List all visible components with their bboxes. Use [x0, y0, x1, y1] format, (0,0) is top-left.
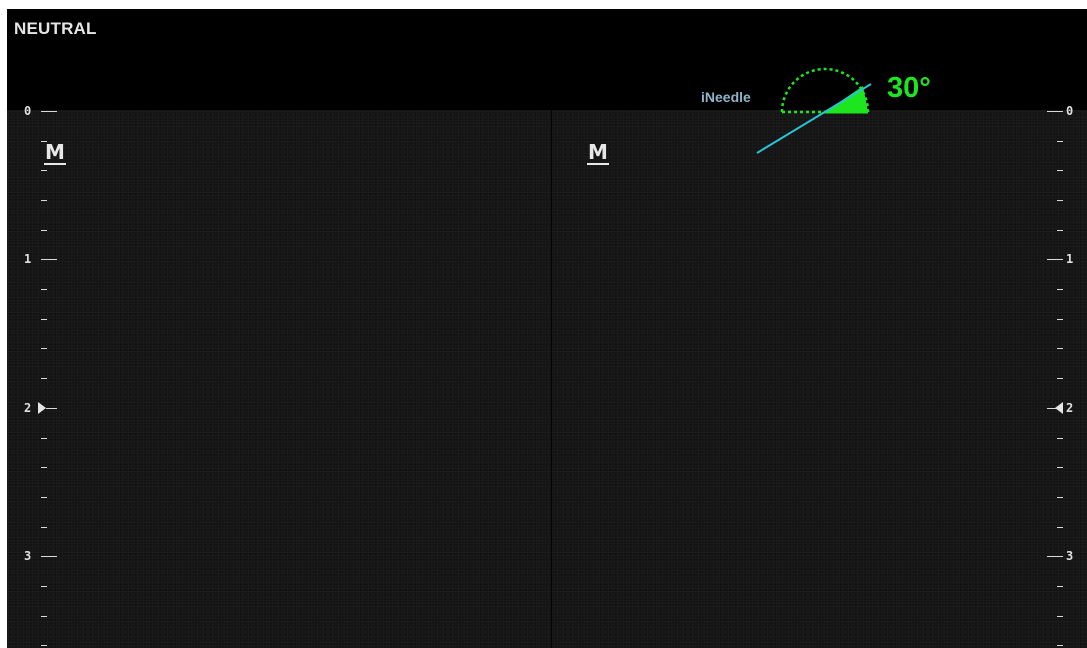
focus-marker-right-icon[interactable]	[1055, 402, 1063, 414]
depth-tick-major	[41, 111, 57, 112]
depth-label-right-2: 2	[1066, 401, 1074, 415]
dual-view-divider	[551, 110, 552, 648]
depth-tick-major	[1047, 556, 1063, 557]
depth-label-left-0: 0	[24, 104, 32, 118]
depth-tick-major	[41, 259, 57, 260]
depth-tick-major	[46, 408, 57, 409]
depth-label-left-1: 1	[24, 252, 32, 266]
depth-tick-major	[1047, 111, 1063, 112]
depth-label-right-3: 3	[1066, 549, 1074, 563]
depth-tick-minor	[1057, 200, 1063, 201]
depth-tick-minor	[1057, 467, 1063, 468]
depth-tick-minor	[41, 200, 47, 201]
depth-label-left-3: 3	[24, 549, 32, 563]
depth-tick-minor	[41, 378, 47, 379]
depth-label-right-1: 1	[1066, 252, 1074, 266]
left-frame-bar	[0, 9, 7, 648]
depth-tick-minor	[1057, 527, 1063, 528]
depth-tick-minor	[1057, 289, 1063, 290]
needle-guide-label: iNeedle	[701, 89, 751, 105]
depth-tick-minor	[41, 170, 47, 171]
depth-scale-left: 0 1 2 3	[18, 100, 58, 648]
depth-tick-minor	[41, 586, 47, 587]
depth-tick-minor	[1057, 319, 1063, 320]
depth-tick-major	[41, 556, 57, 557]
depth-tick-minor	[1057, 170, 1063, 171]
depth-tick-minor	[1057, 348, 1063, 349]
depth-tick-minor	[1057, 586, 1063, 587]
depth-tick-minor	[41, 497, 47, 498]
top-frame-bar	[0, 0, 1087, 9]
depth-tick-minor	[1057, 141, 1063, 142]
depth-scale-right: 0 1 2 3	[1038, 100, 1078, 648]
needle-angle-value: 30°	[887, 72, 931, 104]
ultrasound-screen: NEUTRAL iNeedle 30° M M 0 1 2 3 0 1 2 3	[0, 0, 1087, 648]
depth-tick-minor	[41, 289, 47, 290]
ultrasound-image-area[interactable]	[7, 110, 1087, 648]
depth-tick-minor	[1057, 438, 1063, 439]
depth-tick-minor	[41, 438, 47, 439]
depth-tick-minor	[41, 645, 47, 646]
focus-marker-left-icon[interactable]	[38, 402, 46, 414]
depth-tick-minor	[41, 141, 47, 142]
depth-tick-minor	[1057, 616, 1063, 617]
depth-label-left-2: 2	[24, 401, 32, 415]
depth-tick-major	[1047, 259, 1063, 260]
depth-tick-minor	[41, 467, 47, 468]
orientation-marker-right: M	[587, 140, 609, 165]
depth-tick-minor	[1057, 230, 1063, 231]
depth-tick-minor	[41, 616, 47, 617]
depth-tick-minor	[1057, 497, 1063, 498]
depth-tick-minor	[41, 230, 47, 231]
needle-angle-gauge-icon	[756, 67, 872, 154]
depth-label-right-0: 0	[1066, 104, 1074, 118]
depth-tick-minor	[41, 348, 47, 349]
depth-tick-minor	[41, 319, 47, 320]
depth-tick-minor	[41, 527, 47, 528]
depth-tick-minor	[1057, 645, 1063, 646]
depth-tick-minor	[1057, 378, 1063, 379]
mode-status-label: NEUTRAL	[14, 19, 97, 38]
